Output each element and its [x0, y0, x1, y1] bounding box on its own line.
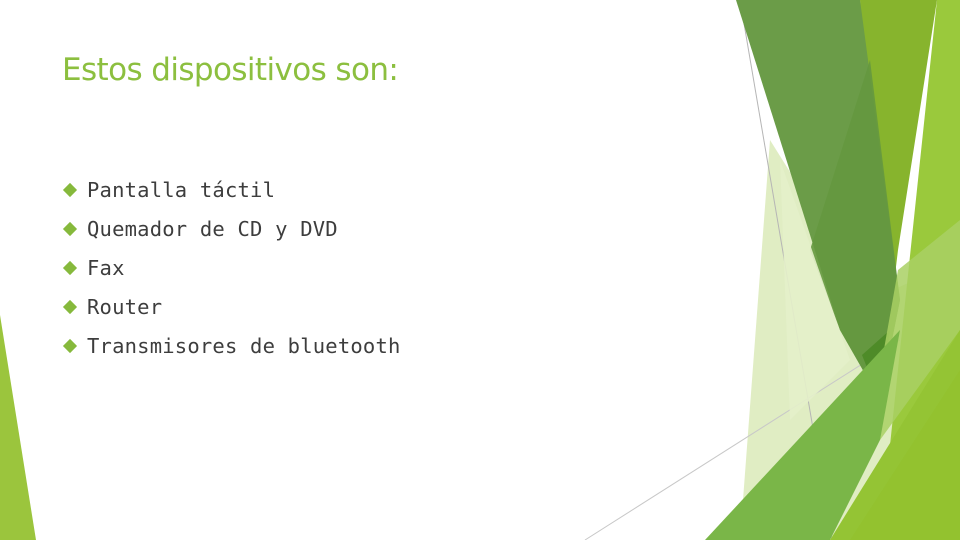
bullet-item: Router [62, 287, 401, 326]
facet-left-sliver [0, 315, 36, 540]
bullet-text: Transmisores de bluetooth [87, 333, 401, 358]
diamond-bullet-icon [62, 338, 78, 353]
bullet-text: Fax [87, 255, 125, 280]
diamond-bullet-icon [62, 182, 78, 197]
bullet-item: Pantalla táctil [62, 170, 401, 209]
bullet-text: Router [87, 294, 163, 319]
diamond-bullet-icon [62, 221, 78, 236]
bullet-list: Pantalla táctil Quemador de CD y DVD Fax… [62, 170, 401, 365]
bullet-item: Transmisores de bluetooth [62, 326, 401, 365]
diamond-bullet-icon [62, 299, 78, 314]
slide-title: Estos dispositivos son: [62, 52, 399, 88]
bullet-item: Quemador de CD y DVD [62, 209, 401, 248]
slide: Estos dispositivos son: Pantalla táctil … [0, 0, 960, 540]
bullet-text: Pantalla táctil [87, 177, 276, 202]
diamond-bullet-icon [62, 260, 78, 275]
bullet-item: Fax [62, 248, 401, 287]
bullet-text: Quemador de CD y DVD [87, 216, 338, 241]
